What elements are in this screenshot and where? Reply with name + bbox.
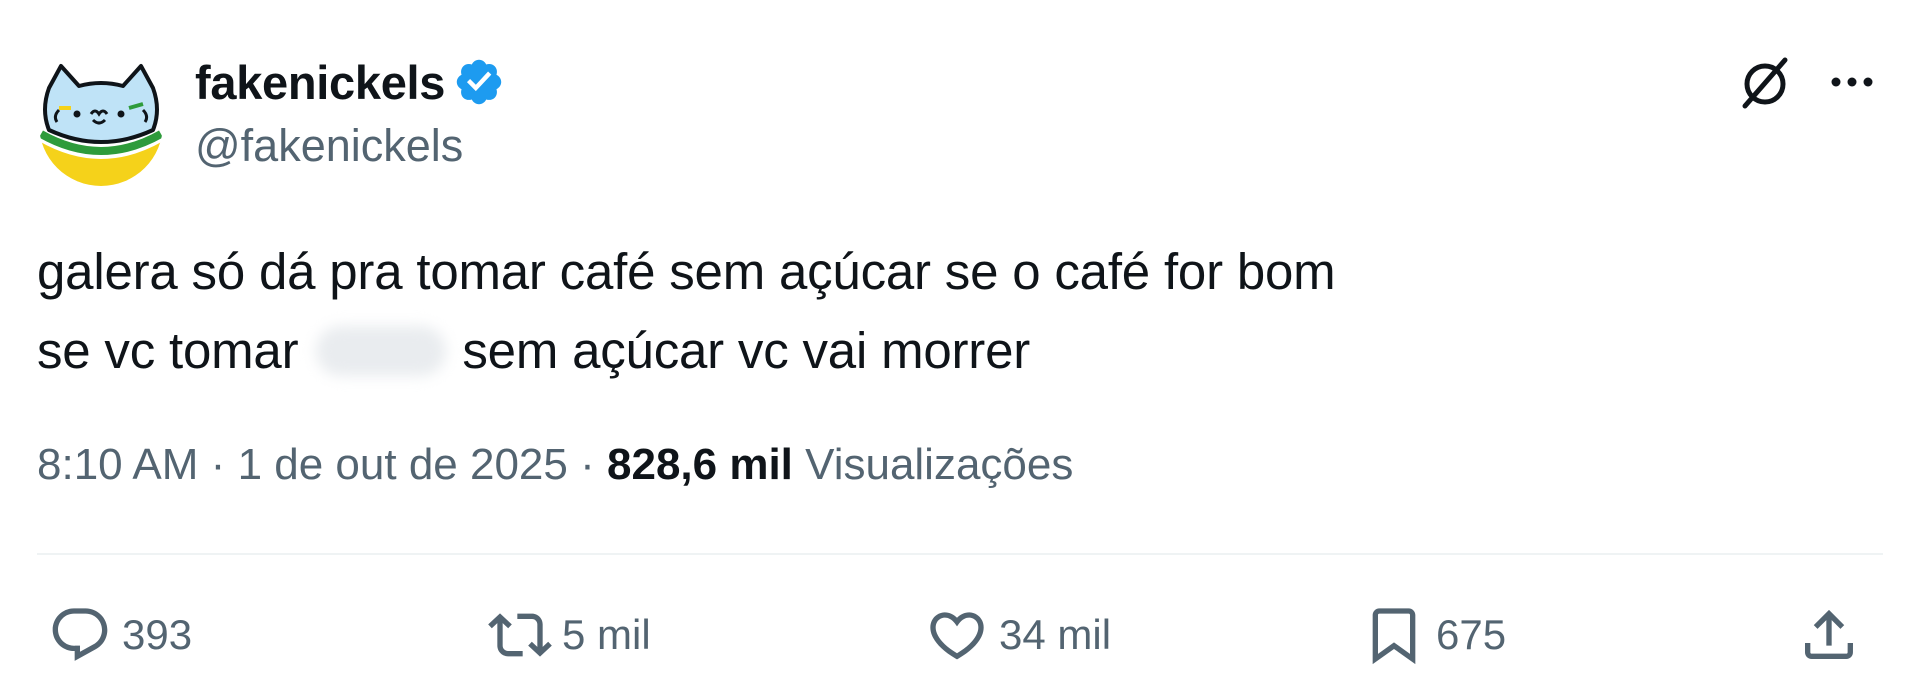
tweet-date[interactable]: 1 de out de 2025 xyxy=(238,440,568,489)
repost-icon xyxy=(488,613,552,657)
meta-separator: · xyxy=(580,440,595,489)
more-dots-icon xyxy=(1831,77,1873,87)
bookmark-button[interactable]: 675 xyxy=(1362,600,1506,670)
avatar[interactable] xyxy=(37,58,165,186)
repost-count: 5 mil xyxy=(562,611,651,658)
views-count[interactable]: 828,6 mil xyxy=(607,440,793,489)
views-label[interactable]: Visualizações xyxy=(805,440,1073,489)
reply-button[interactable]: 393 xyxy=(48,600,192,670)
tweet-text: galera só dá pra tomar café sem açúcar s… xyxy=(37,232,1336,390)
reply-count: 393 xyxy=(122,611,193,658)
display-name[interactable]: fakenickels xyxy=(195,55,445,110)
reply-icon xyxy=(52,608,108,661)
share-button[interactable] xyxy=(1797,600,1861,670)
bookmark-count: 675 xyxy=(1436,611,1507,658)
tweet-line-2-end: sem açúcar vc vai morrer xyxy=(462,322,1031,379)
tweet-line-1: galera só dá pra tomar café sem açúcar s… xyxy=(37,243,1336,300)
tweet-time[interactable]: 8:10 AM xyxy=(37,440,198,489)
tweet-meta: 8:10 AM · 1 de out de 2025 · 828,6 mil V… xyxy=(37,440,1073,490)
divider xyxy=(37,553,1883,555)
author-handle[interactable]: @fakenickels xyxy=(195,120,463,172)
grok-icon xyxy=(1742,57,1788,109)
tweet-line-2-start: se vc tomar xyxy=(37,322,299,379)
share-icon xyxy=(1805,609,1853,659)
like-count: 34 mil xyxy=(999,611,1112,658)
bookmark-icon xyxy=(1372,608,1416,665)
grok-button[interactable] xyxy=(1735,52,1795,112)
author-name-row[interactable]: fakenickels xyxy=(195,52,505,112)
tweet-line-2: se vc tomar sem açúcar vc vai morrer xyxy=(37,311,1335,390)
like-button[interactable]: 34 mil xyxy=(925,600,1111,670)
verified-badge-icon[interactable] xyxy=(453,56,505,108)
repost-button[interactable]: 5 mil xyxy=(488,600,651,670)
cat-avatar-icon xyxy=(39,62,163,186)
more-options-button[interactable] xyxy=(1822,60,1882,100)
meta-separator: · xyxy=(210,440,226,489)
heart-icon xyxy=(930,612,984,660)
blurred-word xyxy=(316,325,447,376)
